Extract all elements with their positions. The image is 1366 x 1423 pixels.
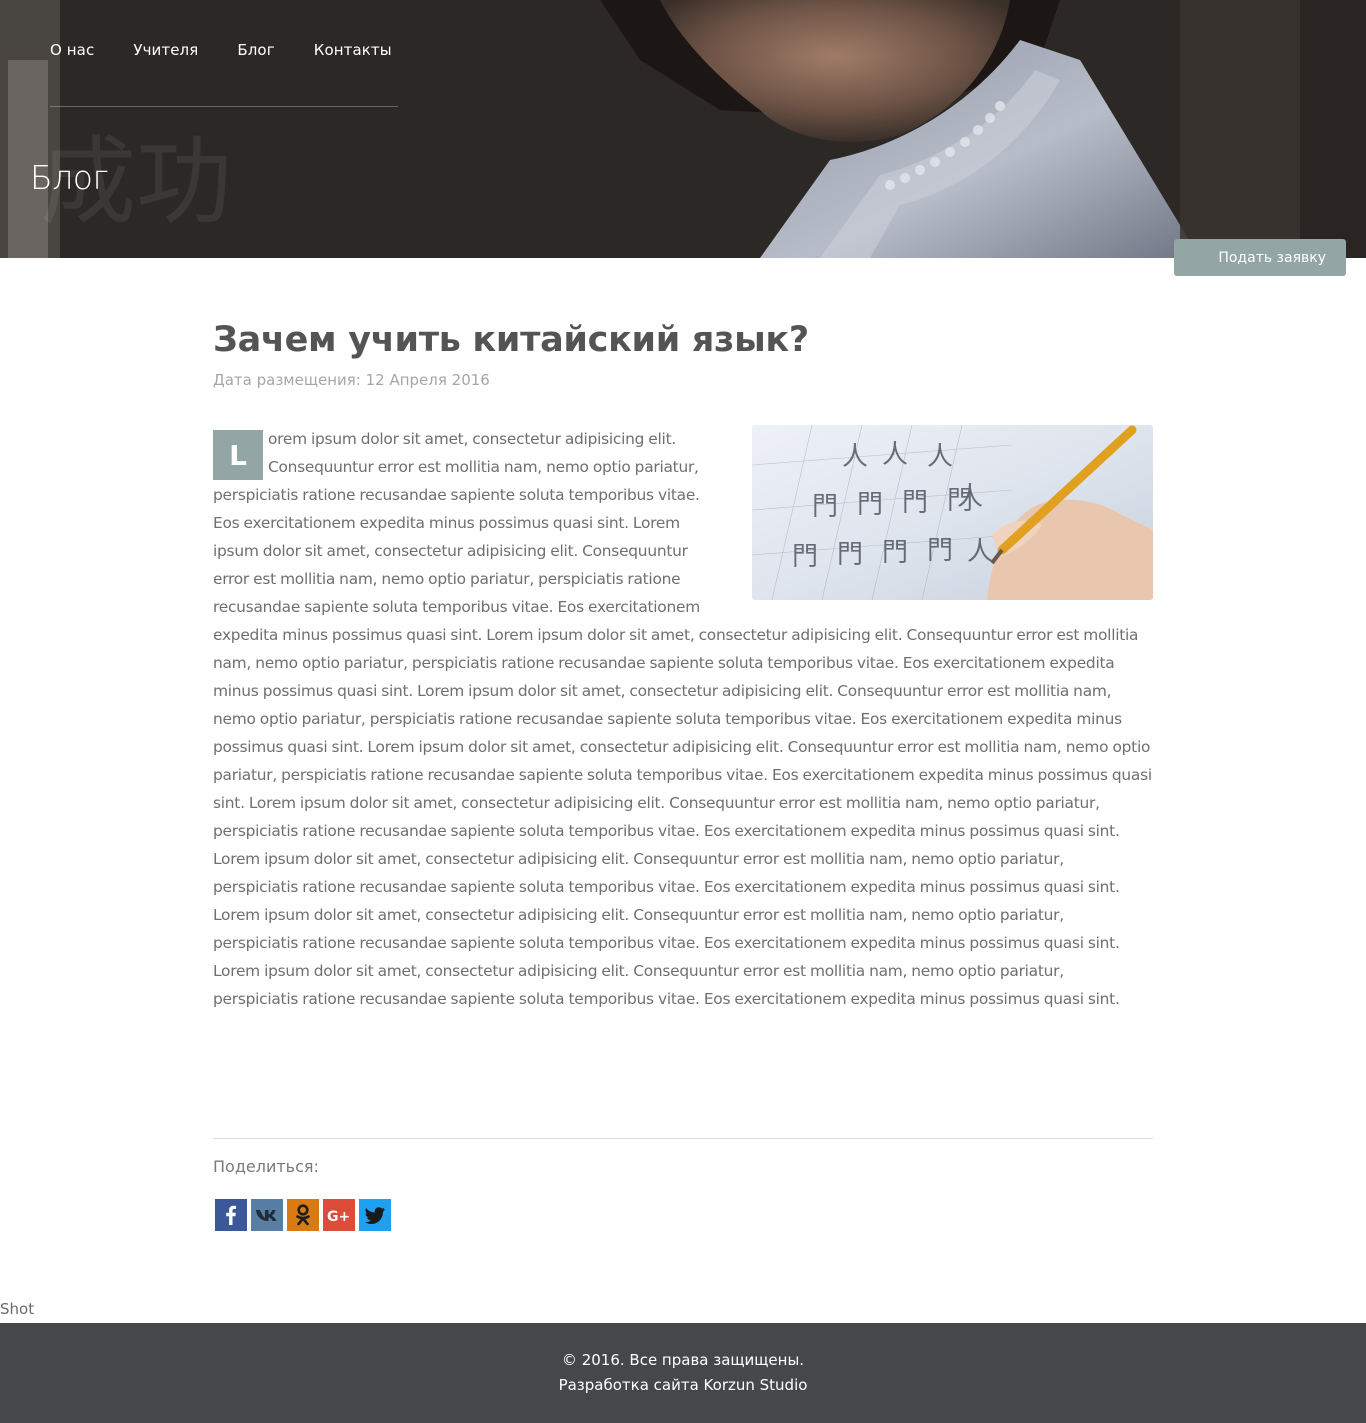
nav-item-teachers[interactable]: Учителя <box>133 41 198 59</box>
svg-text:人: 人 <box>842 442 868 472</box>
svg-text:門: 門 <box>812 492 838 522</box>
share-label: Поделиться: <box>213 1157 319 1176</box>
share-buttons: G+ <box>215 1199 391 1231</box>
article-body: 人人人 門門門門 門門門門 人人 L orem ipsum dolor sit … <box>213 425 1153 1013</box>
nav-item-contacts[interactable]: Контакты <box>314 41 392 59</box>
svg-text:門: 門 <box>902 488 928 518</box>
share-vk-button[interactable] <box>251 1199 283 1231</box>
article: Зачем учить китайский язык? Дата размеще… <box>213 318 1153 1013</box>
svg-text:門: 門 <box>927 536 953 566</box>
share-facebook-button[interactable] <box>215 1199 247 1231</box>
twitter-icon <box>364 1207 385 1224</box>
apply-button[interactable]: Подать заявку <box>1174 239 1346 276</box>
page-title: Блог <box>30 158 109 197</box>
footer-credit-link[interactable]: Разработка сайта Korzun Studio <box>559 1376 808 1394</box>
hero-banner: 成功 О нас Учителя Блог Контакты Блог <box>0 0 1366 258</box>
nav-item-about[interactable]: О нас <box>50 41 94 59</box>
svg-text:門: 門 <box>882 538 908 568</box>
calligraphy-photo: 人人人 門門門門 門門門門 人人 <box>752 425 1153 600</box>
share-divider <box>213 1138 1153 1139</box>
main-nav: О нас Учителя Блог Контакты <box>50 41 392 59</box>
svg-text:人: 人 <box>882 440 908 470</box>
google-plus-icon: G+ <box>327 1209 350 1225</box>
share-twitter-button[interactable] <box>359 1199 391 1231</box>
svg-text:門: 門 <box>837 540 863 570</box>
odnoklassniki-icon <box>296 1204 310 1226</box>
hero-background-image: 成功 <box>0 0 1366 258</box>
dropcap: L <box>213 430 263 480</box>
share-google-plus-button[interactable]: G+ <box>323 1199 355 1231</box>
facebook-icon <box>226 1205 236 1225</box>
shot-text: Shot <box>0 1300 35 1318</box>
article-title: Зачем учить китайский язык? <box>213 320 809 360</box>
svg-text:門: 門 <box>857 490 883 520</box>
share-odnoklassniki-button[interactable] <box>287 1199 319 1231</box>
svg-text:人: 人 <box>957 482 983 512</box>
svg-text:G+: G+ <box>327 1209 350 1225</box>
nav-item-blog[interactable]: Блог <box>237 41 274 59</box>
footer: © 2016. Все права защищены. Разработка с… <box>0 1323 1366 1423</box>
svg-text:人: 人 <box>967 537 993 567</box>
footer-credit-row: Разработка сайта Korzun Studio <box>0 1376 1366 1394</box>
svg-text:門: 門 <box>792 542 818 572</box>
svg-text:人: 人 <box>927 442 953 472</box>
article-date: Дата размещения: 12 Апреля 2016 <box>213 371 490 389</box>
nav-divider <box>50 106 398 107</box>
footer-copyright: © 2016. Все права защищены. <box>561 1351 805 1369</box>
article-image: 人人人 門門門門 門門門門 人人 <box>752 425 1153 600</box>
vk-icon <box>256 1210 277 1221</box>
